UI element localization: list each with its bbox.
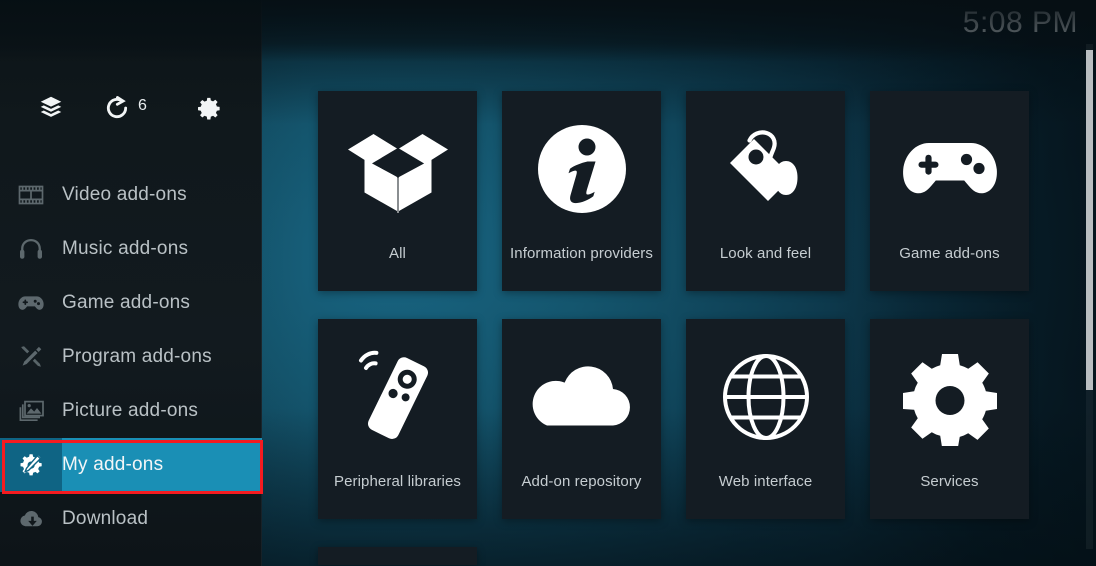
film-strip-icon xyxy=(0,168,62,222)
sidebar-tools: 6 xyxy=(0,88,262,132)
sidebar-item-music-add-ons[interactable]: Music add-ons xyxy=(0,222,262,276)
headphones-icon xyxy=(0,222,62,276)
pencil-ruler-icon xyxy=(0,330,62,384)
addon-category-grid: All Information providers Look and feel … xyxy=(318,91,1029,566)
sidebar-item-label: Download xyxy=(62,508,149,529)
globe-icon xyxy=(686,319,845,474)
sidebar-item-program-add-ons[interactable]: Program add-ons xyxy=(0,330,262,384)
clock: 5:08 PM xyxy=(962,6,1078,39)
sidebar-item-label: Video add-ons xyxy=(62,184,187,205)
cloud-download-icon xyxy=(0,492,62,546)
sidebar-item-label: Program add-ons xyxy=(62,346,212,367)
tile-label: Look and feel xyxy=(719,245,812,262)
check-updates-icon[interactable] xyxy=(97,88,137,128)
sidebar-item-label: Music add-ons xyxy=(62,238,189,259)
tile-label: All xyxy=(389,245,406,262)
tile-label: Information providers xyxy=(510,245,653,262)
sidebar-item-game-add-ons[interactable]: Game add-ons xyxy=(0,276,262,330)
paint-tag-icon xyxy=(686,91,845,246)
cloud-icon xyxy=(502,319,661,474)
tile-label: Peripheral libraries xyxy=(333,473,462,490)
picture-icon xyxy=(0,384,62,438)
tile-web-interface[interactable]: Web interface xyxy=(686,319,845,519)
kodi-addons-screen: Add-ons 5:08 PM 6 xyxy=(0,0,1096,566)
tile-add-on-repository[interactable]: Add-on repository xyxy=(502,319,661,519)
gamepad-icon xyxy=(870,91,1029,246)
grid-row: All Information providers Look and feel … xyxy=(318,91,1029,291)
installed-packages-icon[interactable] xyxy=(31,88,71,128)
sidebar-item-label: My add-ons xyxy=(62,454,164,475)
grid-row: Peripheral libraries Add-on repository W… xyxy=(318,319,1029,519)
tile-label: Services xyxy=(920,473,979,490)
tile-peripheral-libraries[interactable]: Peripheral libraries xyxy=(318,319,477,519)
tile-services[interactable]: Services xyxy=(870,319,1029,519)
tile-all[interactable]: All xyxy=(318,91,477,291)
sidebar-item-download[interactable]: Download xyxy=(0,492,262,546)
update-count-badge: 6 xyxy=(138,97,147,114)
tile-partial[interactable] xyxy=(318,547,477,565)
tile-look-and-feel[interactable]: Look and feel xyxy=(686,91,845,291)
tile-information-providers[interactable]: Information providers xyxy=(502,91,661,291)
gear-icon xyxy=(870,319,1029,474)
sidebar: 6 Video add-ons Music add-ons Game add-o… xyxy=(0,0,262,566)
info-circle-icon xyxy=(502,91,661,246)
tile-game-add-ons[interactable]: Game add-ons xyxy=(870,91,1029,291)
tile-label: Web interface xyxy=(718,473,813,490)
scrollbar-thumb[interactable] xyxy=(1086,50,1093,390)
sidebar-item-picture-add-ons[interactable]: Picture add-ons xyxy=(0,384,262,438)
sidebar-item-label: Game add-ons xyxy=(62,292,191,313)
sidebar-menu: Video add-ons Music add-ons Game add-ons… xyxy=(0,168,262,546)
gamepad-icon xyxy=(0,276,62,330)
settings-gear-icon[interactable] xyxy=(189,88,229,128)
remote-control-icon xyxy=(318,319,477,474)
sidebar-item-label: Picture add-ons xyxy=(62,400,199,421)
grid-row-partial xyxy=(318,547,1029,565)
sidebar-item-my-add-ons[interactable]: My add-ons xyxy=(0,438,262,492)
gear-wrench-icon xyxy=(0,438,62,492)
tile-label: Add-on repository xyxy=(521,473,642,490)
sidebar-item-video-add-ons[interactable]: Video add-ons xyxy=(0,168,262,222)
open-box-icon xyxy=(318,91,477,246)
tile-label: Game add-ons xyxy=(899,245,1000,262)
